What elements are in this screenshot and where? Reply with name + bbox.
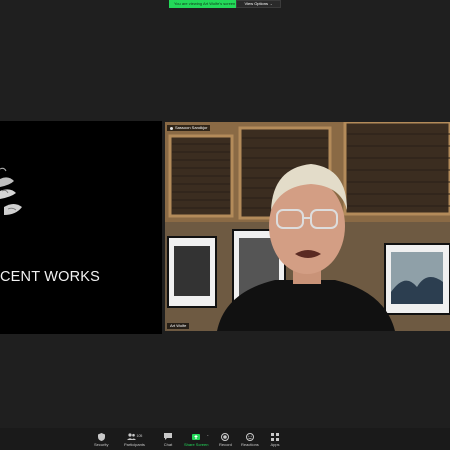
reactions-icon [245,432,255,441]
security-label: Security [94,442,109,447]
screen-share-banner: You are viewing Art Wolfe's screen View … [169,0,281,8]
participant-name-label: Art Wolfe [167,323,190,329]
reactions-button[interactable]: Reactions [241,432,259,447]
chevron-up-icon[interactable]: ^ [207,434,208,438]
record-icon [220,432,230,441]
participants-label: Participants [124,442,145,447]
record-button[interactable]: Record [219,432,232,447]
mic-icon [170,126,173,130]
shared-screen-panel: CENT WORKS [0,121,162,334]
chat-icon [163,432,173,441]
record-label: Record [219,442,232,447]
apps-label: Apps [270,442,280,447]
share-status-text: You are viewing Art Wolfe's screen [169,0,236,8]
speaker-name: Sassoon Sandkjor [175,125,208,130]
security-button[interactable]: Security [94,432,108,447]
participants-button[interactable]: 105 Participants [124,432,145,447]
participant-video[interactable]: Sassoon Sandkjor Art Wolfe [165,122,450,331]
meeting-toolbar: Security 105 Participants Chat Share Scr… [0,428,450,450]
view-options-label: View Options [244,1,268,6]
hand-image [0,167,22,215]
chat-button[interactable]: Chat [163,432,173,447]
speaker-name-label: Sassoon Sandkjor [167,125,211,131]
reactions-label: Reactions [241,442,259,447]
shared-screen-title: CENT WORKS [0,269,101,285]
participant-count: 105 [136,434,143,438]
chat-label: Chat [163,442,173,447]
share-screen-label: Share Screen [184,442,209,447]
video-frame-image [165,122,450,331]
apps-icon [270,432,280,441]
zoom-meeting-window: You are viewing Art Wolfe's screen View … [0,0,450,450]
participants-icon: 105 [125,432,143,441]
share-screen-button[interactable]: Share Screen [184,432,208,447]
chevron-down-icon: ⌄ [269,2,273,6]
shield-icon [96,432,106,441]
apps-button[interactable]: Apps [270,432,280,447]
share-screen-icon [191,432,201,441]
view-options-button[interactable]: View Options ⌄ [236,0,281,8]
